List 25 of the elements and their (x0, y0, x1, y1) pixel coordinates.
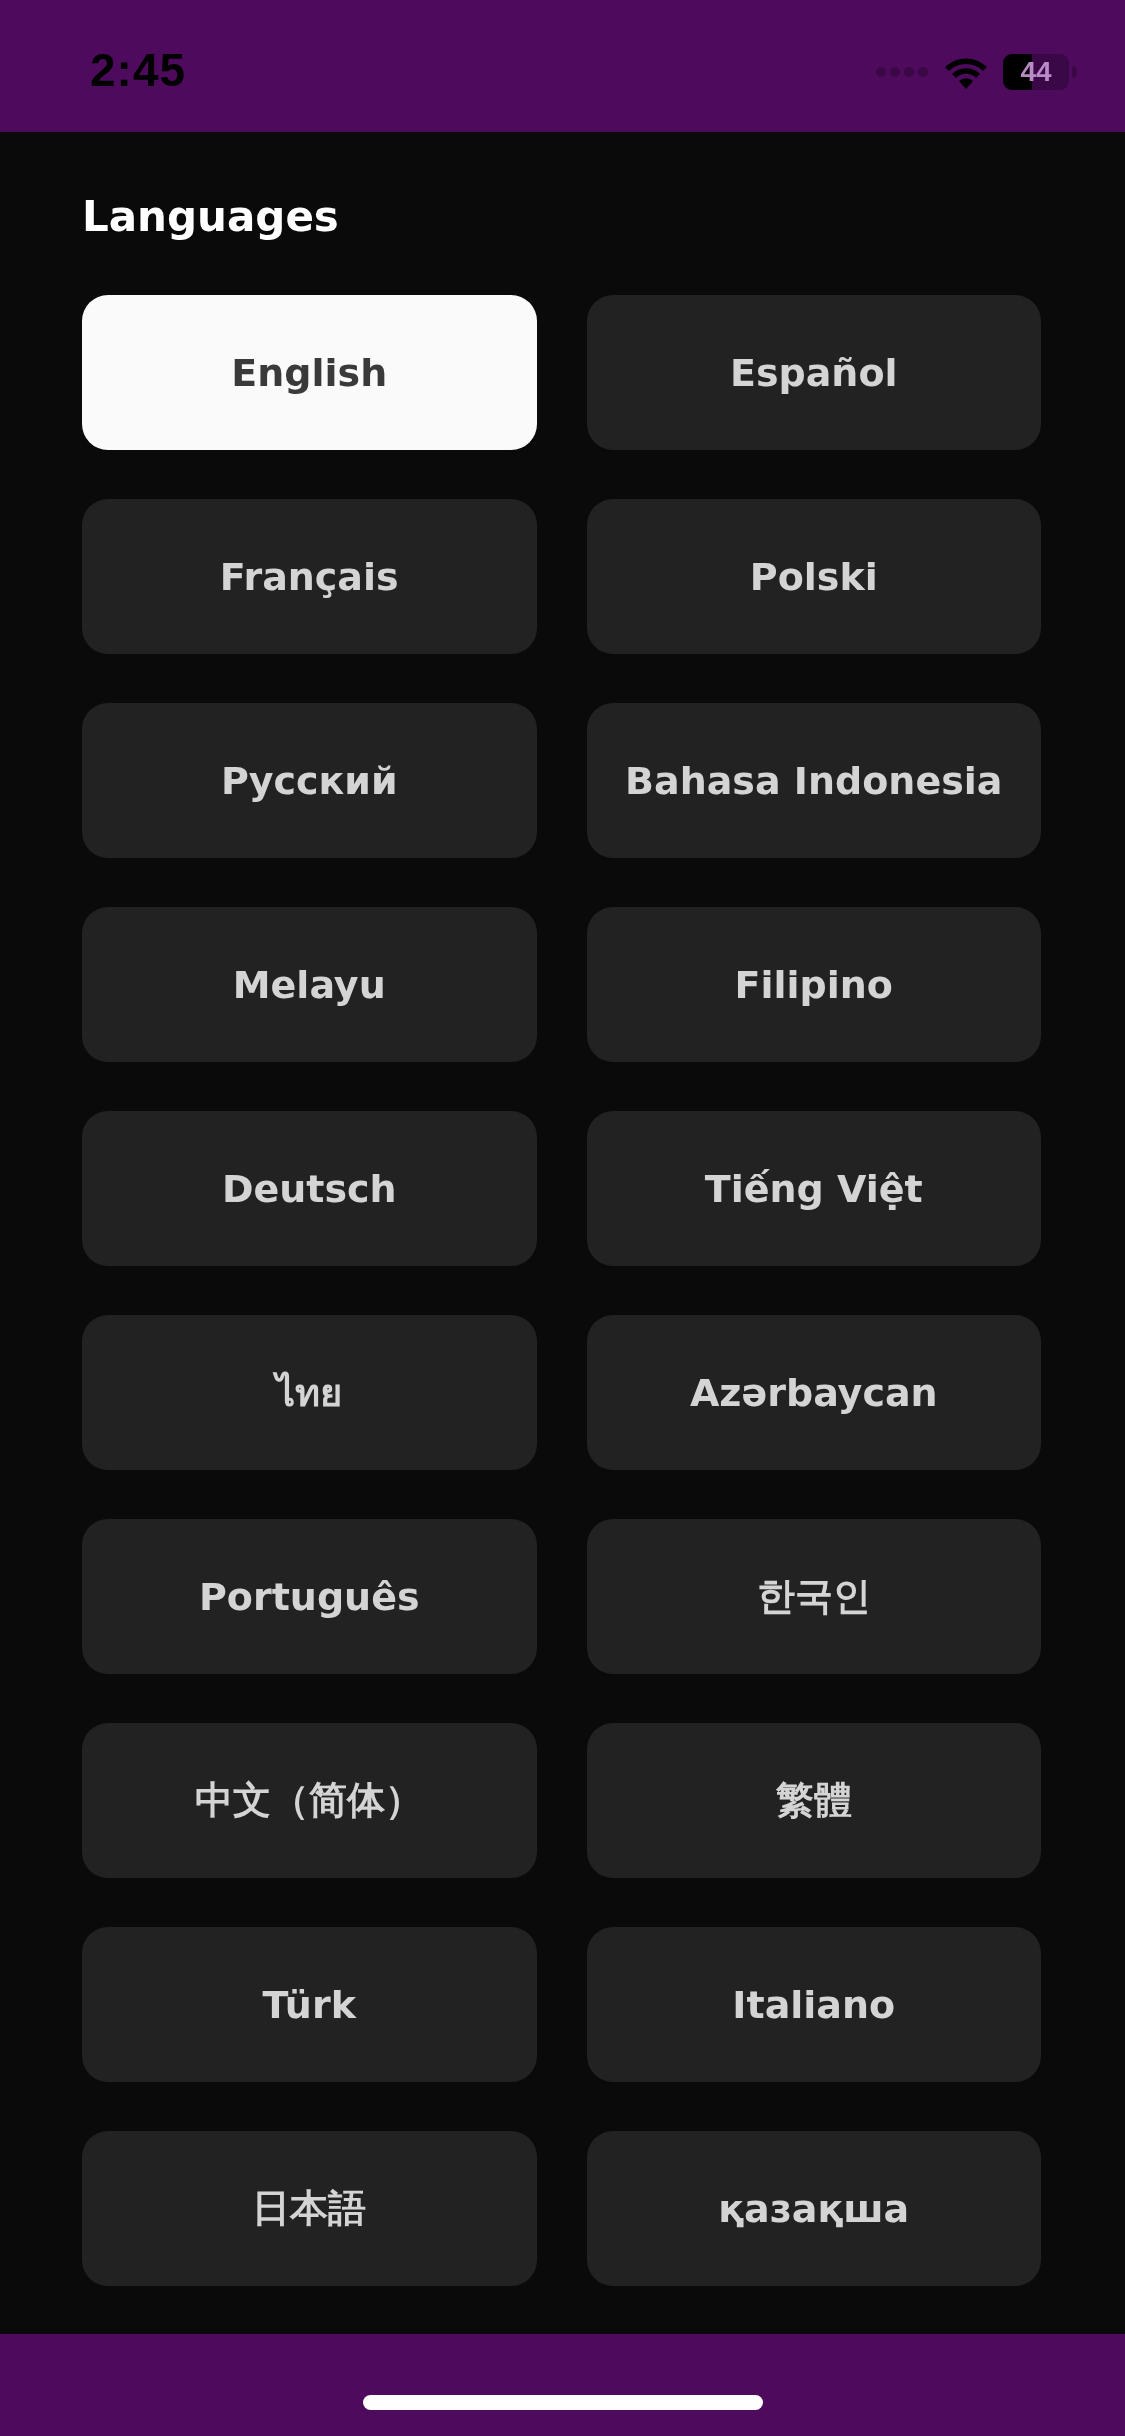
language-button[interactable]: Melayu (82, 907, 537, 1062)
language-button[interactable]: 繁體 (586, 1723, 1041, 1878)
language-button[interactable]: Tiếng Việt (586, 1111, 1041, 1266)
language-button[interactable]: Filipino (586, 907, 1041, 1062)
language-button[interactable]: Türk (82, 1927, 537, 2082)
language-button[interactable]: ไทย (82, 1315, 537, 1470)
language-button[interactable]: Italiano (586, 1927, 1041, 2082)
language-button[interactable]: 日本語 (82, 2131, 537, 2286)
language-button[interactable]: Русский (82, 703, 537, 858)
language-button[interactable]: Bahasa Indonesia (586, 703, 1041, 858)
page-title: Languages (82, 192, 339, 242)
language-button[interactable]: Azərbaycan (586, 1315, 1041, 1470)
language-button[interactable]: Español (586, 295, 1041, 450)
status-time: 2:45 (90, 43, 188, 97)
battery-icon (1003, 54, 1077, 90)
language-button[interactable]: Polski (586, 499, 1041, 654)
language-button[interactable]: Français (82, 499, 537, 654)
language-button[interactable]: Deutsch (82, 1111, 537, 1266)
language-button[interactable]: Português (82, 1519, 537, 1674)
language-button[interactable]: English (82, 295, 537, 450)
wifi-icon (943, 55, 989, 89)
battery-level-text: 44 (1020, 58, 1052, 86)
language-button[interactable]: 中文（简体） (82, 1723, 537, 1878)
language-button[interactable]: қазақша (586, 2131, 1041, 2286)
language-button[interactable]: 한국인 (586, 1519, 1041, 1674)
